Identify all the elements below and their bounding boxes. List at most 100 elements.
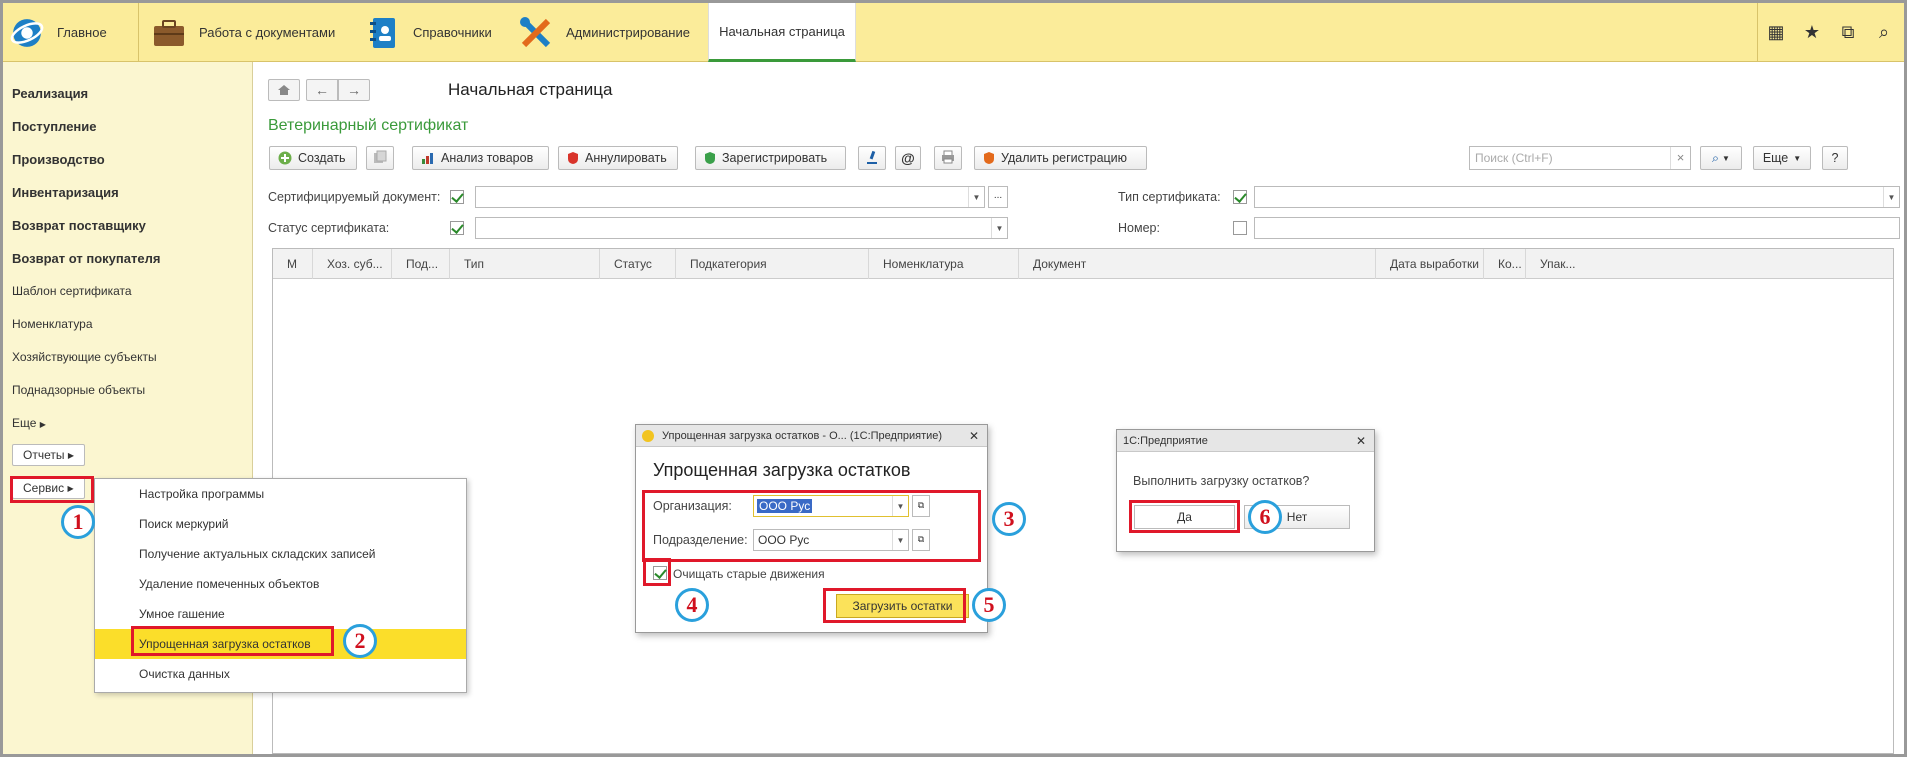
- microscope-icon: [865, 150, 879, 167]
- load-dialog-heading: Упрощенная загрузка остатков: [653, 460, 911, 480]
- number-field[interactable]: [1254, 217, 1900, 239]
- column-header[interactable]: Статус: [600, 249, 676, 279]
- menu-item-settings[interactable]: Настройка программы: [95, 479, 466, 509]
- apps-grid-icon[interactable]: ▦: [1758, 22, 1794, 43]
- help-label: ?: [1831, 151, 1839, 165]
- shield-red-icon: [567, 151, 579, 165]
- certificates-table[interactable]: М Хоз. суб... Под... Тип Статус Подкатег…: [272, 248, 1894, 754]
- cert-status-checkbox[interactable]: [450, 221, 464, 235]
- create-button-label: Создать: [298, 151, 346, 165]
- section-admin[interactable]: Администрирование: [518, 3, 690, 62]
- column-header[interactable]: Подкатегория: [676, 249, 869, 279]
- cert-type-checkbox[interactable]: [1233, 190, 1247, 204]
- highlight-fields: [642, 490, 981, 562]
- column-header[interactable]: Номенклатура: [869, 249, 1019, 279]
- register-button[interactable]: Зарегистрировать: [695, 146, 846, 170]
- search-icon[interactable]: ⌕: [1866, 22, 1902, 43]
- sidebar-item-return-customer[interactable]: Возврат от покупателя: [12, 251, 160, 266]
- top-bar: Главное Работа с документами Справочники…: [3, 3, 1904, 62]
- cert-doc-field[interactable]: ▼: [475, 186, 985, 208]
- register-button-label: Зарегистрировать: [722, 151, 828, 165]
- annul-button[interactable]: Аннулировать: [558, 146, 678, 170]
- clear-old-label: Очищать старые движения: [673, 567, 825, 581]
- tab-home-page-label: Начальная страница: [719, 23, 845, 39]
- search-input[interactable]: Поиск (Ctrl+F) ×: [1469, 146, 1691, 170]
- menu-item-delete-marked[interactable]: Удаление помеченных объектов: [95, 569, 466, 599]
- arrow-left-icon: ←: [315, 82, 329, 98]
- step-marker: 4: [675, 588, 709, 622]
- sidebar-item-receipts[interactable]: Поступление: [12, 119, 97, 134]
- sidebar-item-cert-template[interactable]: Шаблон сертификата: [12, 284, 132, 298]
- copy-button[interactable]: [366, 146, 394, 170]
- chevron-down-icon[interactable]: ▼: [991, 218, 1007, 238]
- cert-doc-select-button[interactable]: ...: [988, 186, 1008, 208]
- cert-status-field[interactable]: ▼: [475, 217, 1008, 239]
- star-icon[interactable]: ★: [1794, 22, 1830, 43]
- copy-icon: [373, 150, 387, 167]
- app-window: Главное Работа с документами Справочники…: [0, 0, 1907, 757]
- column-header[interactable]: Дата выработки: [1376, 249, 1484, 279]
- step-marker: 6: [1248, 500, 1282, 534]
- step-marker: 5: [972, 588, 1006, 622]
- section-main[interactable]: Главное: [9, 3, 107, 62]
- help-button[interactable]: ?: [1822, 146, 1848, 170]
- tools-icon: [518, 15, 554, 51]
- close-icon[interactable]: ✕: [969, 429, 979, 443]
- cert-doc-checkbox[interactable]: [450, 190, 464, 204]
- menu-item-clear-data[interactable]: Очистка данных: [95, 659, 466, 689]
- chart-icon: [421, 151, 435, 165]
- microscope-button[interactable]: [858, 146, 886, 170]
- column-header[interactable]: М: [273, 249, 313, 279]
- column-header[interactable]: Тип: [450, 249, 600, 279]
- form-title: Ветеринарный сертификат: [268, 117, 469, 134]
- column-header[interactable]: Хоз. суб...: [313, 249, 392, 279]
- highlight-checkbox: [643, 558, 671, 586]
- sidebar-item-nomenclature[interactable]: Номенклатура: [12, 317, 93, 331]
- print-button[interactable]: [934, 146, 962, 170]
- sidebar-item-more[interactable]: Еще ▶: [12, 416, 46, 430]
- page-title: Начальная страница: [448, 80, 613, 99]
- section-references-label: Справочники: [413, 25, 492, 40]
- column-header[interactable]: Документ: [1019, 249, 1376, 279]
- section-documents[interactable]: Работа с документами: [151, 3, 335, 62]
- tab-home-page[interactable]: Начальная страница: [708, 3, 856, 62]
- sidebar-item-sales[interactable]: Реализация: [12, 86, 88, 101]
- chevron-down-icon[interactable]: ▼: [1883, 187, 1899, 207]
- cert-doc-label: Сертифицируемый документ:: [268, 190, 441, 204]
- cert-type-field[interactable]: ▼: [1254, 186, 1900, 208]
- history-icon[interactable]: ⧉: [1830, 22, 1866, 43]
- home-button[interactable]: [268, 79, 300, 101]
- chevron-down-icon[interactable]: ▼: [968, 187, 984, 207]
- sidebar-item-return-supplier[interactable]: Возврат поставщику: [12, 218, 146, 233]
- column-header[interactable]: Упак...: [1526, 249, 1593, 279]
- analysis-button[interactable]: Анализ товаров: [412, 146, 549, 170]
- forward-button[interactable]: →: [338, 79, 370, 101]
- section-references[interactable]: Справочники: [365, 3, 492, 62]
- menu-item-warehouse-records[interactable]: Получение актуальных складских записей: [95, 539, 466, 569]
- plus-icon: [278, 151, 292, 165]
- search-options-button[interactable]: ⌕ ▼: [1700, 146, 1742, 170]
- back-button[interactable]: ←: [306, 79, 338, 101]
- triangle-right-icon: ▶: [39, 420, 46, 429]
- sidebar-item-inventory[interactable]: Инвентаризация: [12, 185, 119, 200]
- sidebar-item-entities[interactable]: Хозяйствующие субъекты: [12, 350, 157, 364]
- highlight-yes-button: [1129, 500, 1240, 533]
- sidebar-item-production[interactable]: Производство: [12, 152, 105, 167]
- delete-registration-button[interactable]: Удалить регистрацию: [974, 146, 1147, 170]
- create-button[interactable]: Создать: [269, 146, 357, 170]
- reports-button[interactable]: Отчеты ▶: [12, 444, 85, 466]
- number-checkbox[interactable]: [1233, 221, 1247, 235]
- clear-icon[interactable]: ×: [1670, 147, 1690, 169]
- email-button[interactable]: @: [895, 146, 921, 170]
- menu-item-smart-redeem[interactable]: Умное гашение: [95, 599, 466, 629]
- column-header[interactable]: Ко...: [1484, 249, 1526, 279]
- service-menu: Настройка программы Поиск меркурий Получ…: [94, 478, 467, 693]
- more-button[interactable]: Еще ▼: [1753, 146, 1811, 170]
- column-header[interactable]: Под...: [392, 249, 450, 279]
- confirm-dialog-window-title: 1С:Предприятие: [1123, 434, 1208, 447]
- menu-item-mercury-search[interactable]: Поиск меркурий: [95, 509, 466, 539]
- section-main-label: Главное: [57, 25, 107, 40]
- sidebar-item-objects[interactable]: Поднадзорные объекты: [12, 383, 145, 397]
- step-marker: 1: [61, 505, 95, 539]
- close-icon[interactable]: ✕: [1356, 434, 1366, 448]
